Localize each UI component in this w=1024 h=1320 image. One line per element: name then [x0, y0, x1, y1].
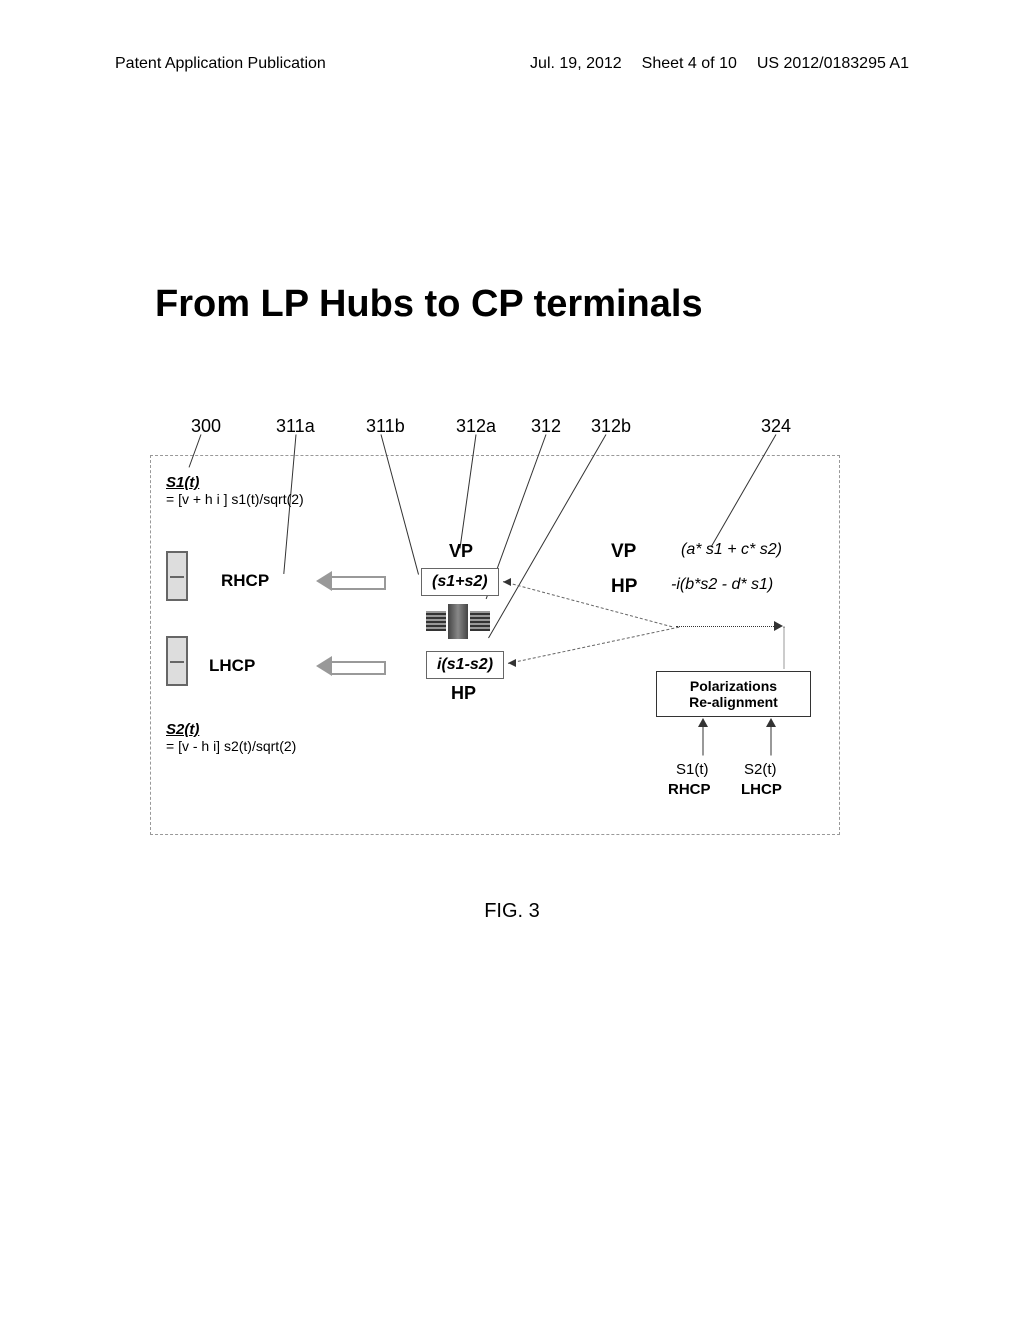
- arrow-up-icon: [766, 718, 776, 727]
- arrow-left-icon: [316, 656, 386, 676]
- ref-300: 300: [191, 416, 221, 437]
- bottom-s2: S2(t): [744, 761, 777, 778]
- arrow-left-icon: [316, 571, 386, 591]
- figure-number: FIG. 3: [0, 900, 1024, 923]
- dashed-line: [508, 627, 679, 664]
- header-sheet: Sheet 4 of 10: [642, 55, 737, 73]
- lead-line: [488, 434, 606, 638]
- lead-line: [189, 434, 202, 467]
- dotted-line: [676, 626, 776, 627]
- realign-line1: Polarizations: [663, 678, 804, 694]
- realignment-box: Polarizations Re-alignment: [656, 671, 811, 717]
- arrow-tip-icon: [503, 578, 511, 586]
- arrow-tip-icon: [508, 659, 516, 667]
- satellite-wing-icon: [426, 611, 446, 631]
- satellite-wing-icon: [470, 611, 490, 631]
- sum-box-2: i(s1-s2): [426, 651, 504, 679]
- satellite-body-icon: [448, 604, 468, 639]
- bottom-s1: S1(t): [676, 761, 709, 778]
- header-right: Jul. 19, 2012 Sheet 4 of 10 US 2012/0183…: [530, 55, 909, 73]
- s2-formula: = [v - h i] s2(t)/sqrt(2): [166, 738, 296, 754]
- s1-label: S1(t): [166, 474, 304, 491]
- dotted-line: [784, 627, 785, 669]
- s2-label: S2(t): [166, 721, 296, 738]
- page-header: Patent Application Publication Jul. 19, …: [0, 0, 1024, 73]
- formula-hp: -i(b*s2 - d* s1): [671, 576, 773, 594]
- vp-label: VP: [449, 541, 473, 562]
- hp-right-label: HP: [611, 576, 637, 598]
- header-pubnum: US 2012/0183295 A1: [757, 55, 909, 73]
- bottom-rhcp: RHCP: [668, 781, 711, 798]
- diagram-container: 300 311a 311b 312a 312 312b 324 S1(t) = …: [150, 455, 840, 835]
- dashed-line: [503, 581, 672, 627]
- header-date: Jul. 19, 2012: [530, 55, 622, 73]
- lhcp-label: LHCP: [209, 656, 255, 676]
- rhcp-label: RHCP: [221, 571, 269, 591]
- s1-signal-block: S1(t) = [v + h i ] s1(t)/sqrt(2): [166, 474, 304, 507]
- ref-311b: 311b: [366, 416, 405, 437]
- figure-title: From LP Hubs to CP terminals: [0, 283, 1024, 326]
- hp-label: HP: [451, 683, 476, 704]
- lead-line: [459, 434, 476, 548]
- arrow-tip-icon: [774, 621, 783, 631]
- ref-312b: 312b: [591, 416, 631, 437]
- lead-line: [381, 434, 419, 574]
- arrow-up-icon: [698, 718, 708, 727]
- terminal-icon-1: [166, 551, 188, 601]
- lead-line: [711, 434, 777, 547]
- satellite-icon: [426, 599, 491, 644]
- s2-signal-block: S2(t) = [v - h i] s2(t)/sqrt(2): [166, 721, 296, 754]
- vp-right-label: VP: [611, 541, 636, 563]
- terminal-icon-2: [166, 636, 188, 686]
- realign-line2: Re-alignment: [663, 694, 804, 710]
- s1-formula: = [v + h i ] s1(t)/sqrt(2): [166, 491, 304, 507]
- header-pub-type: Patent Application Publication: [115, 55, 326, 73]
- formula-vp: (a* s1 + c* s2): [681, 541, 782, 559]
- sum-box-1: (s1+s2): [421, 568, 499, 596]
- bottom-lhcp: LHCP: [741, 781, 782, 798]
